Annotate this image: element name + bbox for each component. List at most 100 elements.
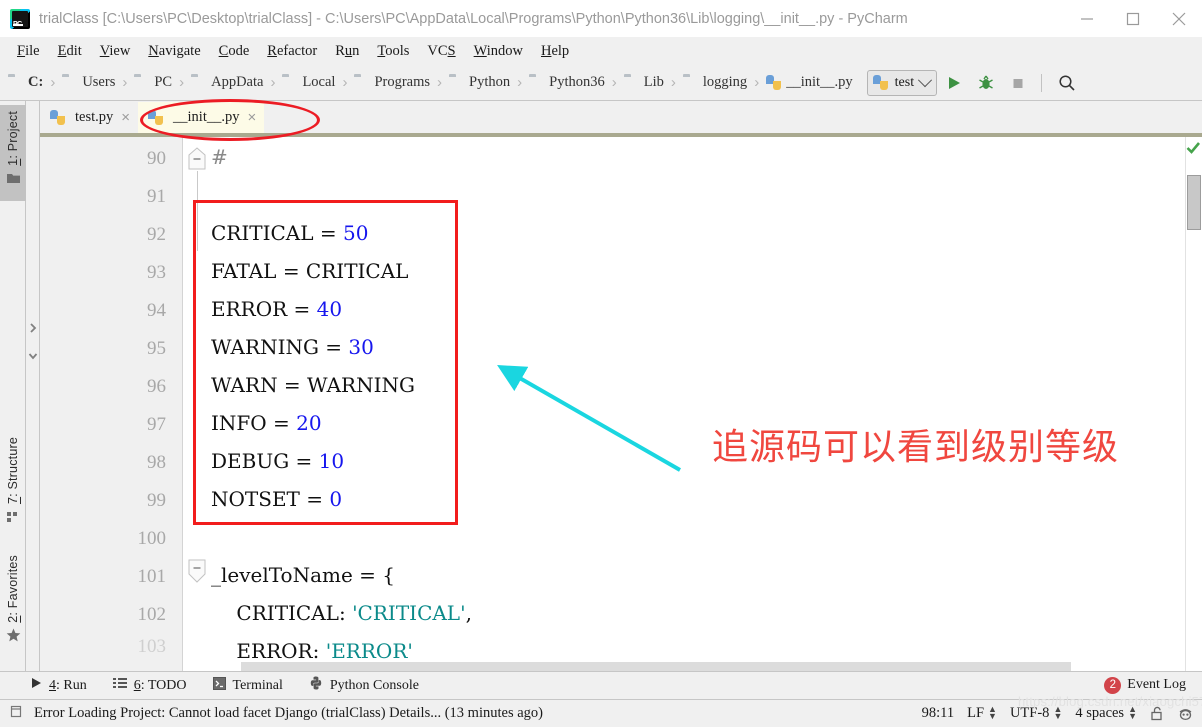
sidebar-item-label: 2: Favorites xyxy=(6,555,20,623)
structure-icon xyxy=(6,509,20,525)
bottom-item-python-console[interactable]: Python Console xyxy=(309,676,419,695)
caret-position[interactable]: 98:11 xyxy=(922,705,955,722)
fold-collapse-icon[interactable] xyxy=(187,559,207,583)
sidebar-item-structure[interactable]: 7: Structure xyxy=(0,431,26,549)
bottom-item-todo[interactable]: 6: TODO xyxy=(112,677,187,694)
breadcrumb-separator: › xyxy=(611,74,617,91)
vertical-scrollbar-thumb[interactable] xyxy=(1187,175,1201,230)
line-number: 95 xyxy=(147,338,166,359)
python-file-icon xyxy=(872,75,888,90)
minimize-icon[interactable] xyxy=(1064,0,1110,37)
run-button[interactable] xyxy=(939,69,969,97)
folder-icon xyxy=(6,171,20,187)
left-tool-stripe: 1: Project 7: Structure 2: Favorites xyxy=(0,101,26,671)
breadcrumb-label: Users xyxy=(82,74,116,90)
breadcrumb-users[interactable]: Users xyxy=(62,74,115,91)
breadcrumb-python[interactable]: Python xyxy=(449,74,510,91)
breadcrumb-separator: › xyxy=(754,74,760,91)
tab-test-py[interactable]: test.py × xyxy=(40,102,138,133)
status-message[interactable]: Error Loading Project: Cannot load facet… xyxy=(34,705,543,722)
breadcrumb-c[interactable]: C: xyxy=(8,74,43,91)
breadcrumb-init-py[interactable]: __init__.py xyxy=(766,74,853,91)
sidebar-item-label: 7: Structure xyxy=(6,437,20,505)
breadcrumb-label: logging xyxy=(702,74,748,90)
line-separator-selector[interactable]: LF ▲ ▼ xyxy=(967,705,997,722)
event-log-badge: 2 xyxy=(1104,676,1122,694)
run-configuration-label: test xyxy=(894,74,915,90)
menu-file[interactable]: File xyxy=(8,40,49,63)
menu-tools[interactable]: Tools xyxy=(368,40,418,63)
watermark-text: https://blog.csdn.net/xiaogchi57 xyxy=(1018,694,1202,709)
sidebar-item-favorites[interactable]: 2: Favorites xyxy=(0,549,26,669)
breadcrumb-pc[interactable]: PC xyxy=(134,74,172,91)
breadcrumb-separator: › xyxy=(50,74,56,91)
annotation-note-text: 追源码可以看到级别等级 xyxy=(712,427,1120,468)
bottom-item-terminal[interactable]: Terminal xyxy=(212,676,283,695)
run-configuration-selector[interactable]: test xyxy=(866,69,938,96)
menu-refactor[interactable]: Refactor xyxy=(258,40,326,63)
ok-check-icon xyxy=(1186,141,1201,158)
menu-run[interactable]: Run xyxy=(326,40,368,63)
bottom-item-run[interactable]: 4: Run xyxy=(30,677,87,694)
annotation-red-ellipse xyxy=(140,99,320,141)
window-icon xyxy=(8,704,24,723)
folder-icon xyxy=(449,77,464,89)
bottom-item-label: 6: TODO xyxy=(133,677,187,693)
line-number: 97 xyxy=(147,414,166,435)
breadcrumb-logging[interactable]: logging xyxy=(683,74,747,91)
menu-view[interactable]: View xyxy=(91,40,140,63)
pycharm-logo-icon: PC xyxy=(10,8,30,29)
sidebar-item-project[interactable]: 1: Project xyxy=(0,105,26,201)
menu-navigate[interactable]: Navigate xyxy=(139,40,209,63)
toolbar-divider xyxy=(1041,73,1043,92)
close-icon[interactable] xyxy=(1156,0,1202,37)
line-number: 100 xyxy=(137,528,167,549)
tab-close-icon[interactable]: × xyxy=(121,110,130,125)
expand-down-icon[interactable] xyxy=(28,349,38,361)
breadcrumb-separator: › xyxy=(122,74,128,91)
horizontal-scrollbar[interactable] xyxy=(241,662,1071,671)
line-number: 102 xyxy=(137,604,167,625)
list-icon xyxy=(112,677,127,694)
breadcrumb-programs[interactable]: Programs xyxy=(354,74,430,91)
window-controls xyxy=(1064,0,1202,37)
breadcrumb-separator: › xyxy=(517,74,523,91)
line-number: 94 xyxy=(147,300,166,321)
code-line: CRITICAL: 'CRITICAL', xyxy=(211,601,472,625)
line-number: 99 xyxy=(147,490,166,511)
menu-code[interactable]: Code xyxy=(210,40,259,63)
line-number: 98 xyxy=(147,452,166,473)
menu-vcs[interactable]: VCS xyxy=(418,40,464,63)
menu-window[interactable]: Window xyxy=(465,40,532,63)
editor-right-gutter[interactable] xyxy=(1185,137,1202,671)
bottom-item-label: Python Console xyxy=(329,677,419,693)
stop-button[interactable] xyxy=(1003,69,1033,97)
line-number: 96 xyxy=(147,376,166,397)
expand-right-icon[interactable] xyxy=(28,321,38,333)
breadcrumb-separator: › xyxy=(270,74,276,91)
menu-help[interactable]: Help xyxy=(532,40,578,63)
breadcrumb-python36[interactable]: Python36 xyxy=(529,74,605,91)
breadcrumb-appdata[interactable]: AppData xyxy=(191,74,263,91)
breadcrumb-separator: › xyxy=(437,74,443,91)
window-title: trialClass [C:\Users\PC\Desktop\trialCla… xyxy=(39,10,908,27)
search-everywhere-button[interactable] xyxy=(1052,69,1082,97)
python-icon xyxy=(309,676,323,695)
star-icon xyxy=(6,628,21,645)
breadcrumb-label: AppData xyxy=(211,74,264,90)
play-icon xyxy=(30,677,42,694)
sidebar-item-label: 1: Project xyxy=(6,111,20,166)
line-number: 90 xyxy=(147,148,166,169)
editor-splitter xyxy=(26,101,40,671)
menu-edit[interactable]: Edit xyxy=(49,40,91,63)
fold-collapse-icon[interactable] xyxy=(187,147,207,170)
debug-button[interactable] xyxy=(971,69,1001,97)
breadcrumb-separator: › xyxy=(179,74,185,91)
maximize-icon[interactable] xyxy=(1110,0,1156,37)
line-number: 101 xyxy=(137,566,167,587)
breadcrumb-local[interactable]: Local xyxy=(282,74,335,91)
chevron-down-icon xyxy=(918,72,933,87)
breadcrumb-lib[interactable]: Lib xyxy=(624,74,664,91)
folder-icon xyxy=(191,77,206,89)
annotation-arrow-icon xyxy=(497,365,681,472)
